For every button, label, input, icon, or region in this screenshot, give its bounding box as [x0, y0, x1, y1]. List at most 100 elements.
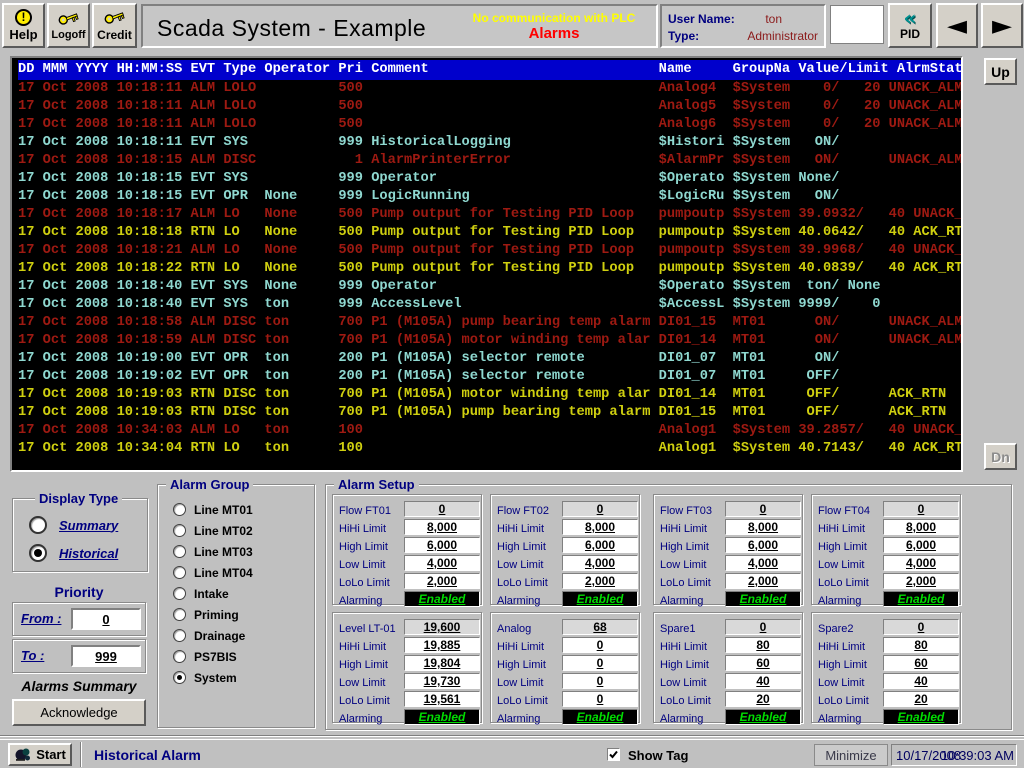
radio-drainage[interactable]: Drainage	[173, 625, 253, 646]
lolo-limit-input[interactable]: 2,000	[883, 573, 959, 589]
low-limit-input[interactable]: 4,000	[725, 555, 801, 571]
radio-circle[interactable]	[173, 545, 186, 558]
priority-to-input[interactable]: 999	[71, 645, 141, 667]
low-limit-input[interactable]: 40	[725, 673, 801, 689]
alarm-row[interactable]: 17 Oct 2008 10:18:15 EVT OPR None 999 Lo…	[18, 188, 961, 206]
low-limit-input[interactable]: 19,730	[404, 673, 480, 689]
high-limit-input[interactable]: 6,000	[562, 537, 638, 553]
alarming-toggle[interactable]: Enabled	[725, 591, 801, 607]
show-tag-checkbox[interactable]	[607, 748, 620, 761]
alarm-row[interactable]: 17 Oct 2008 10:18:11 ALM LOLO 500 Analog…	[18, 98, 961, 116]
priority-from-input[interactable]: 0	[71, 608, 141, 630]
low-limit-input[interactable]: 4,000	[883, 555, 959, 571]
alarming-toggle[interactable]: Enabled	[883, 591, 959, 607]
alarm-row[interactable]: 17 Oct 2008 10:18:40 EVT SYS ton 999 Acc…	[18, 296, 961, 314]
lolo-limit-input[interactable]: 20	[883, 691, 959, 707]
high-limit-input[interactable]: 6,000	[883, 537, 959, 553]
hihi-limit-input[interactable]: 0	[562, 637, 638, 653]
alarm-row[interactable]: 17 Oct 2008 10:18:58 ALM DISC ton 700 P1…	[18, 314, 961, 332]
help-button[interactable]: ! Help	[2, 3, 45, 48]
hihi-limit-input[interactable]: 80	[883, 637, 959, 653]
alarm-row[interactable]: 17 Oct 2008 10:18:15 ALM DISC 1 AlarmPri…	[18, 152, 961, 170]
radio-system[interactable]: System	[173, 667, 253, 688]
scroll-down-button[interactable]: Dn	[984, 443, 1017, 470]
alarm-row[interactable]: 17 Oct 2008 10:19:03 RTN DISC ton 700 P1…	[18, 386, 961, 404]
alarm-row[interactable]: 17 Oct 2008 10:18:40 EVT SYS None 999 Op…	[18, 278, 961, 296]
high-limit-input[interactable]: 60	[883, 655, 959, 671]
hihi-limit-input[interactable]: 8,000	[725, 519, 801, 535]
logoff-button[interactable]: Logoff	[47, 3, 90, 48]
lolo-limit-input[interactable]: 20	[725, 691, 801, 707]
lolo-limit-input[interactable]: 0	[562, 691, 638, 707]
setup-label: Spare1	[660, 623, 695, 635]
alarm-row[interactable]: 17 Oct 2008 10:19:02 EVT OPR ton 200 P1 …	[18, 368, 961, 386]
radio-summary[interactable]: Summary	[29, 511, 118, 539]
radio-ps7bis[interactable]: PS7BIS	[173, 646, 253, 667]
scroll-up-button[interactable]: Up	[984, 58, 1017, 85]
alarm-row[interactable]: 17 Oct 2008 10:18:17 ALM LO None 500 Pum…	[18, 206, 961, 224]
lolo-limit-input[interactable]: 19,561	[404, 691, 480, 707]
alarm-row[interactable]: 17 Oct 2008 10:19:00 EVT OPR ton 200 P1 …	[18, 350, 961, 368]
alarm-row[interactable]: 17 Oct 2008 10:18:11 ALM LOLO 500 Analog…	[18, 80, 961, 98]
radio-circle[interactable]	[173, 587, 186, 600]
alarming-toggle[interactable]: Enabled	[562, 709, 638, 725]
alarm-row[interactable]: 17 Oct 2008 10:34:03 ALM LO ton 100 Anal…	[18, 422, 961, 440]
radio-circle[interactable]	[173, 608, 186, 621]
start-button[interactable]: Start	[8, 743, 72, 766]
low-limit-input[interactable]: 4,000	[404, 555, 480, 571]
alarming-toggle[interactable]: Enabled	[404, 591, 480, 607]
radio-circle[interactable]	[173, 524, 186, 537]
alarming-toggle[interactable]: Enabled	[725, 709, 801, 725]
setup-label: Alarming	[660, 713, 703, 725]
radio-circle[interactable]	[173, 629, 186, 642]
radio-intake[interactable]: Intake	[173, 583, 253, 604]
pid-button[interactable]: « PID	[888, 3, 932, 48]
prev-page-button[interactable]: ◄	[936, 3, 978, 48]
minimize-button[interactable]: Minimize	[814, 744, 888, 766]
alarm-row[interactable]: 17 Oct 2008 10:18:15 EVT SYS 999 Operato…	[18, 170, 961, 188]
alarm-row[interactable]: 17 Oct 2008 10:18:11 EVT SYS 999 Histori…	[18, 134, 961, 152]
lolo-limit-input[interactable]: 2,000	[404, 573, 480, 589]
next-page-button[interactable]: ►	[981, 3, 1023, 48]
radio-line-mt03[interactable]: Line MT03	[173, 541, 253, 562]
low-limit-input[interactable]: 4,000	[562, 555, 638, 571]
radio-circle[interactable]	[29, 516, 47, 534]
radio-line-mt02[interactable]: Line MT02	[173, 520, 253, 541]
alarm-row[interactable]: 17 Oct 2008 10:18:59 ALM DISC ton 700 P1…	[18, 332, 961, 350]
alarm-row[interactable]: 17 Oct 2008 10:18:22 RTN LO None 500 Pum…	[18, 260, 961, 278]
low-limit-input[interactable]: 40	[883, 673, 959, 689]
alarming-toggle[interactable]: Enabled	[883, 709, 959, 725]
radio-priming[interactable]: Priming	[173, 604, 253, 625]
high-limit-input[interactable]: 0	[562, 655, 638, 671]
high-limit-input[interactable]: 6,000	[725, 537, 801, 553]
acknowledge-button[interactable]: Acknowledge	[12, 699, 146, 726]
radio-circle[interactable]	[173, 503, 186, 516]
high-limit-input[interactable]: 19,804	[404, 655, 480, 671]
alarm-row[interactable]: 17 Oct 2008 10:18:18 RTN LO None 500 Pum…	[18, 224, 961, 242]
radio-circle[interactable]	[173, 650, 186, 663]
high-limit-input[interactable]: 60	[725, 655, 801, 671]
high-limit-input[interactable]: 6,000	[404, 537, 480, 553]
left-arrow-icon: ◄	[947, 13, 967, 39]
radio-circle[interactable]	[173, 671, 186, 684]
alarm-row[interactable]: 17 Oct 2008 10:18:21 ALM LO None 500 Pum…	[18, 242, 961, 260]
radio-line-mt01[interactable]: Line MT01	[173, 499, 253, 520]
hihi-limit-input[interactable]: 80	[725, 637, 801, 653]
alarming-toggle[interactable]: Enabled	[404, 709, 480, 725]
hihi-limit-input[interactable]: 8,000	[883, 519, 959, 535]
radio-historical[interactable]: Historical	[29, 539, 118, 567]
alarm-row[interactable]: 17 Oct 2008 10:18:11 ALM LOLO 500 Analog…	[18, 116, 961, 134]
lolo-limit-input[interactable]: 2,000	[725, 573, 801, 589]
alarm-row[interactable]: 17 Oct 2008 10:34:04 RTN LO ton 100 Anal…	[18, 440, 961, 458]
hihi-limit-input[interactable]: 8,000	[562, 519, 638, 535]
alarm-row[interactable]: 17 Oct 2008 10:19:03 RTN DISC ton 700 P1…	[18, 404, 961, 422]
hihi-limit-input[interactable]: 8,000	[404, 519, 480, 535]
radio-line-mt04[interactable]: Line MT04	[173, 562, 253, 583]
hihi-limit-input[interactable]: 19,885	[404, 637, 480, 653]
alarming-toggle[interactable]: Enabled	[562, 591, 638, 607]
low-limit-input[interactable]: 0	[562, 673, 638, 689]
radio-circle[interactable]	[29, 544, 47, 562]
credit-button[interactable]: Credit	[92, 3, 137, 48]
radio-circle[interactable]	[173, 566, 186, 579]
lolo-limit-input[interactable]: 2,000	[562, 573, 638, 589]
